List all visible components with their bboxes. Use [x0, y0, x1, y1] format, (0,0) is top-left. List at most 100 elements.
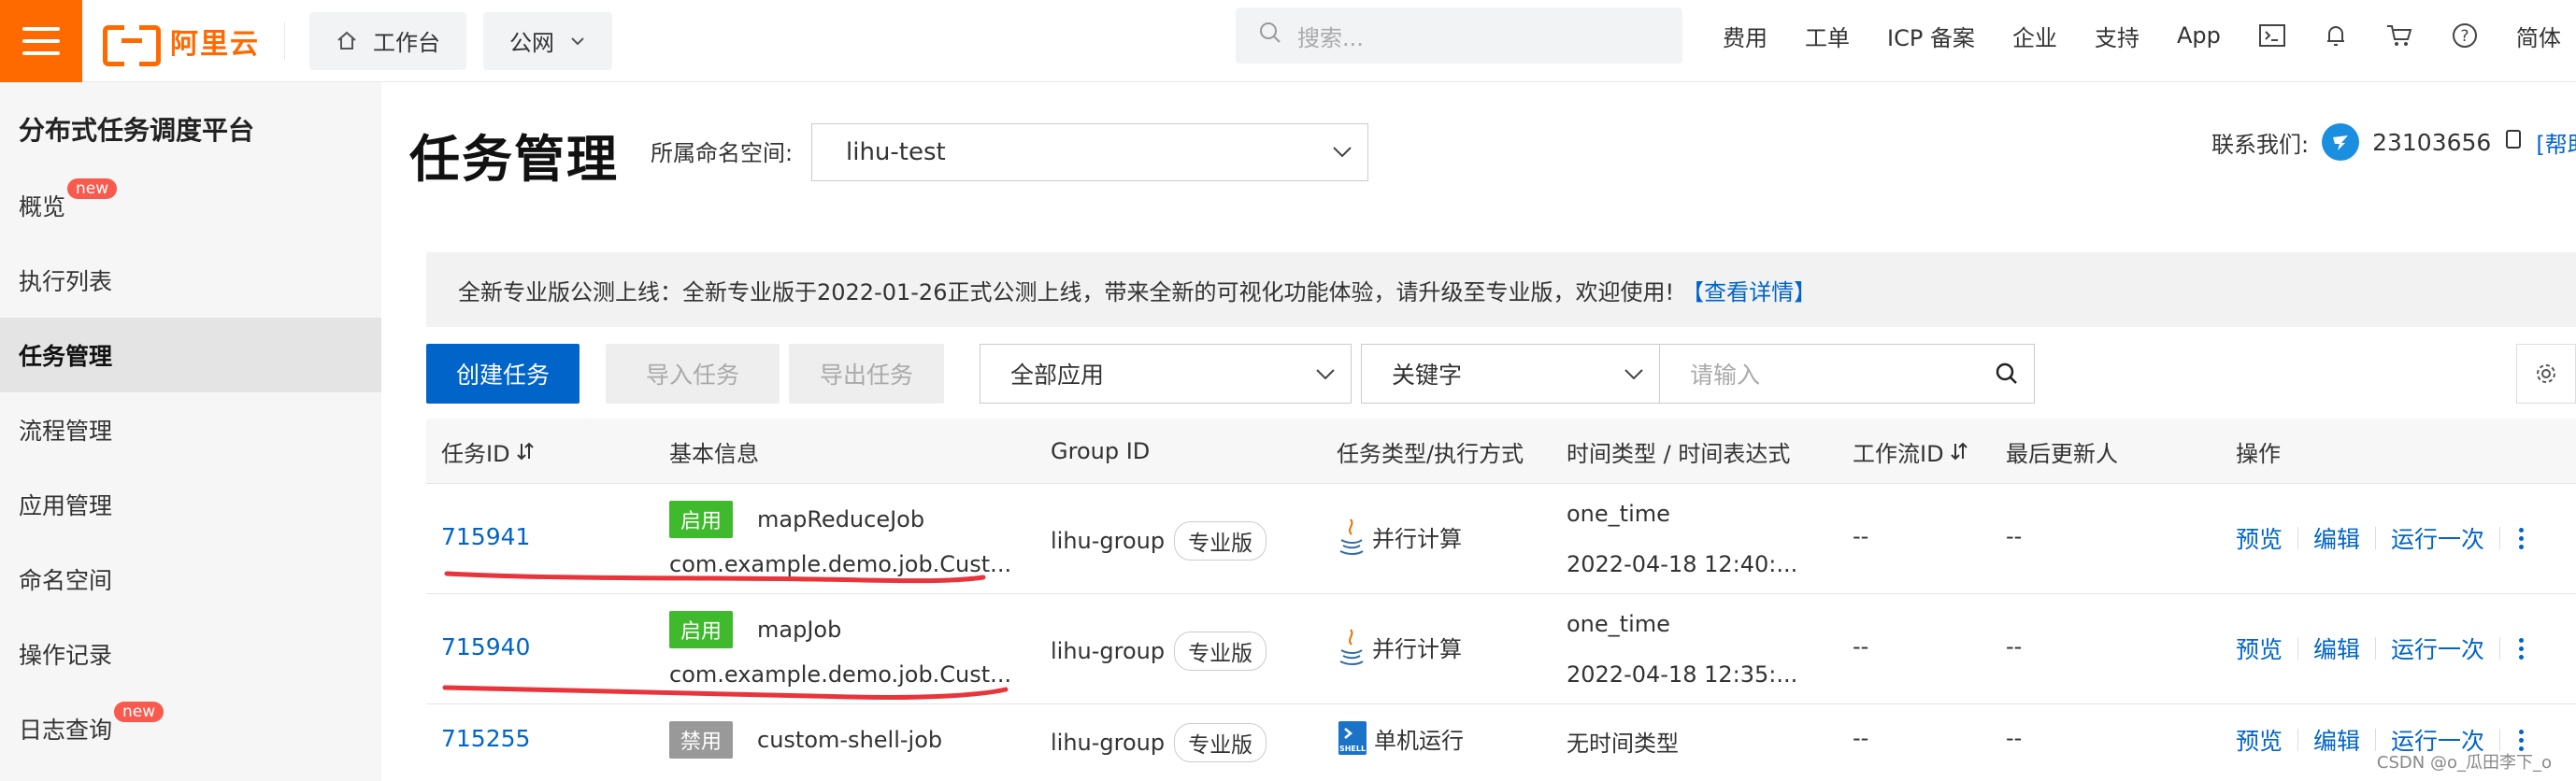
nav-support[interactable]: 支持 [2095, 20, 2140, 52]
task-id-link[interactable]: 715255 [441, 725, 530, 752]
nav-billing[interactable]: 费用 [1723, 20, 1767, 52]
page-title: 任务管理 [409, 130, 619, 189]
exec-mode: 并行计算 [1372, 525, 1462, 552]
chevron-down-icon [1313, 363, 1338, 391]
edit-link[interactable]: 编辑 [2313, 723, 2360, 757]
cart-icon[interactable] [2385, 22, 2413, 49]
aliyun-logo[interactable]: 阿里云 [103, 0, 260, 82]
search-icon[interactable] [1995, 362, 2019, 391]
run-once-link[interactable]: 运行一次 [2391, 632, 2484, 665]
settings-button[interactable] [2516, 344, 2576, 404]
edit-link[interactable]: 编辑 [2313, 632, 2360, 665]
sidebar-item-namespaces[interactable]: 命名空间 [0, 542, 381, 617]
status-badge: 禁用 [669, 721, 734, 759]
more-icon[interactable] [2519, 637, 2525, 660]
nav-tickets[interactable]: 工单 [1805, 20, 1850, 52]
bell-icon[interactable] [2324, 22, 2348, 49]
task-name: mapReduceJob [757, 506, 925, 532]
edition-badge: 专业版 [1174, 632, 1267, 671]
app-filter-select[interactable]: 全部应用 [980, 344, 1352, 404]
app-filter-value: 全部应用 [1010, 362, 1105, 389]
keyword-search-input[interactable]: 请输入 [1659, 344, 2035, 404]
col-workflow-id[interactable]: 工作流ID [1853, 419, 1968, 484]
workbench-label: 工作台 [373, 30, 440, 56]
help-link[interactable]: [帮助 [2536, 126, 2576, 159]
create-task-button[interactable]: 创建任务 [426, 344, 580, 404]
row-actions: 预览 编辑 运行一次 [2236, 521, 2525, 555]
col-basic-info: 基本信息 [669, 440, 759, 467]
workflow-id: -- [1853, 725, 1869, 751]
java-icon [1339, 629, 1364, 665]
document-icon [2504, 129, 2523, 155]
workbench-button[interactable]: 工作台 [309, 11, 466, 70]
col-time-type: 时间类型 / 时间表达式 [1567, 440, 1791, 467]
sidebar-item-operation-log[interactable]: 操作记录 [0, 617, 381, 691]
sidebar-item-log-query[interactable]: 日志查询 new [0, 691, 381, 766]
contact-number: 23103656 [2372, 128, 2492, 156]
sidebar-item-label: 执行列表 [19, 268, 113, 295]
contact-us: 联系我们: 23103656 [帮助 [2211, 123, 2576, 161]
sidebar-item-overview[interactable]: 概览 new [0, 168, 381, 243]
keyword-type-select[interactable]: 关键字 [1361, 344, 1660, 404]
sort-icon[interactable] [1950, 441, 1968, 462]
search-icon [1258, 21, 1282, 50]
group-id: lihu-group [1051, 730, 1166, 756]
edit-link[interactable]: 编辑 [2313, 521, 2360, 555]
export-task-button[interactable]: 导出任务 [789, 344, 944, 404]
preview-link[interactable]: 预览 [2236, 632, 2283, 665]
contact-label: 联系我们: [2211, 131, 2310, 158]
keyword-type-value: 关键字 [1392, 362, 1463, 389]
chevron-down-icon [1622, 363, 1646, 391]
new-badge: new [114, 702, 165, 722]
nav-enterprise[interactable]: 企业 [2012, 20, 2057, 52]
row-actions: 预览 编辑 运行一次 [2236, 632, 2525, 665]
table-header: 任务ID 基本信息 Group ID 任务类型/执行方式 时间类型 / 时间表达… [426, 419, 2576, 484]
col-last-updater: 最后更新人 [2006, 440, 2118, 467]
svg-text:SHELL: SHELL [1339, 745, 1366, 753]
group-id: lihu-group [1051, 638, 1166, 664]
sidebar-item-label: 流程管理 [19, 418, 113, 445]
sidebar-item-label: 日志查询 [19, 717, 113, 744]
preview-link[interactable]: 预览 [2236, 723, 2283, 757]
preview-link[interactable]: 预览 [2236, 521, 2283, 555]
col-task-id[interactable]: 任务ID [441, 419, 535, 484]
sidebar-item-apps[interactable]: 应用管理 [0, 467, 381, 542]
last-updater: -- [2006, 523, 2023, 549]
time-type: 无时间类型 [1567, 731, 1679, 757]
col-task-type: 任务类型/执行方式 [1337, 440, 1524, 467]
network-label: 公网 [509, 30, 554, 56]
shell-icon: SHELL [1338, 721, 1367, 755]
help-icon[interactable]: ? [2451, 21, 2479, 50]
col-label: 任务ID [441, 440, 510, 467]
menu-icon[interactable] [0, 0, 82, 82]
sidebar-item-workflows[interactable]: 流程管理 [0, 392, 381, 467]
language-switch[interactable]: 简体 [2516, 20, 2561, 52]
more-icon[interactable] [2519, 527, 2525, 549]
network-select[interactable]: 公网 [483, 11, 612, 70]
exec-mode: 单机运行 [1374, 727, 1464, 754]
edition-badge: 专业版 [1174, 723, 1267, 762]
namespace-select[interactable]: lihu-test [811, 123, 1368, 181]
nav-app[interactable]: App [2177, 22, 2221, 49]
import-task-button[interactable]: 导入任务 [606, 344, 780, 404]
nav-icp[interactable]: ICP 备案 [1887, 20, 1975, 52]
sidebar-item-tasks[interactable]: 任务管理 [0, 318, 381, 392]
task-id-link[interactable]: 715941 [441, 523, 530, 550]
terminal-icon[interactable] [2258, 23, 2286, 48]
banner-details-link[interactable]: 【查看详情】 [1682, 274, 1816, 306]
global-search-input[interactable]: 搜索... [1236, 7, 1682, 64]
dingtalk-icon [2322, 123, 2360, 161]
chevron-down-icon [569, 36, 586, 47]
keyword-placeholder: 请输入 [1690, 362, 1761, 389]
sidebar-item-label: 任务管理 [19, 343, 113, 370]
more-icon[interactable] [2519, 729, 2525, 751]
brand-name: 阿里云 [170, 27, 260, 61]
run-once-link[interactable]: 运行一次 [2391, 521, 2484, 555]
task-name: custom-shell-job [757, 727, 943, 753]
top-bar: 阿里云 工作台 公网 搜索... 费用 工单 ICP 备案 企业 支持 App [0, 0, 2576, 82]
sidebar-item-label: 命名空间 [19, 567, 113, 594]
toolbar: 创建任务 导入任务 导出任务 全部应用 关键字 请输入 [426, 344, 2576, 404]
sort-icon[interactable] [516, 441, 535, 462]
sidebar-item-executions[interactable]: 执行列表 [0, 243, 381, 318]
col-group-id: Group ID [1051, 438, 1151, 464]
